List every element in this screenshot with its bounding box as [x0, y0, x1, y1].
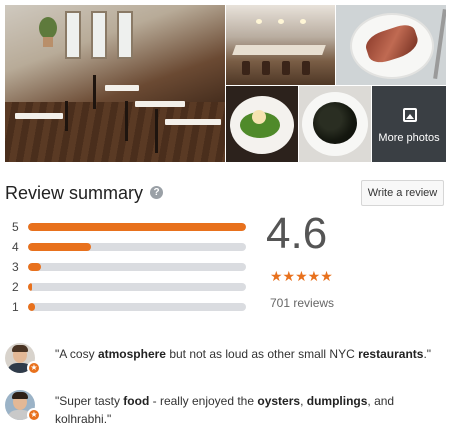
rating-row-5: 5 — [12, 219, 248, 239]
rating-bar-track — [28, 263, 246, 271]
chair — [65, 101, 68, 131]
rating-bar-fill — [28, 223, 246, 231]
lamp — [278, 19, 284, 24]
rating-row-4: 4 — [12, 239, 248, 259]
help-icon[interactable]: ? — [150, 186, 163, 199]
rating-label: 1 — [12, 300, 19, 314]
highlight-keyword: dumplings — [306, 394, 368, 408]
snippet-fragment: "A cosy — [55, 347, 98, 361]
chair — [155, 109, 158, 153]
lamp — [256, 19, 262, 24]
review-snippet-text: "Super tasty food - really enjoyed the o… — [55, 392, 440, 428]
highlight-keyword: restaurants — [358, 347, 424, 361]
more-photos-label: More photos — [378, 132, 440, 144]
local-guide-badge-icon: ★ — [27, 361, 41, 375]
bar-stool — [282, 61, 290, 75]
write-review-button[interactable]: Write a review — [361, 180, 444, 206]
snippet-fragment: "Super tasty — [55, 394, 124, 408]
rating-bar-fill — [28, 283, 33, 291]
rating-row-2: 2 — [12, 279, 248, 299]
bar-stool — [262, 61, 270, 75]
more-photos-button[interactable]: More photos — [372, 86, 446, 162]
snippet-fragment: but not as loud as other small NYC — [165, 347, 359, 361]
meat-dish-photo[interactable] — [336, 5, 446, 85]
plant-pot — [43, 37, 53, 47]
table — [165, 119, 221, 125]
plant — [39, 17, 57, 39]
snippet-fragment: , — [300, 394, 307, 408]
highlight-keyword: oysters — [257, 394, 301, 408]
rating-bar-fill — [28, 263, 42, 271]
rating-bar-track — [28, 223, 246, 231]
rating-distribution: 5 4 3 2 1 — [12, 219, 248, 319]
snippet-fragment: - really enjoyed the — [149, 394, 258, 408]
bar-counter — [232, 45, 326, 55]
floor — [5, 102, 225, 162]
knife — [433, 9, 446, 79]
rating-bar-track — [28, 283, 246, 291]
bar-stool — [242, 61, 250, 75]
photo-gallery: More photos — [5, 5, 446, 162]
avatar-hair — [12, 392, 28, 399]
cream-topping — [252, 110, 266, 124]
rating-bar-fill — [28, 303, 35, 311]
window — [117, 11, 133, 59]
lamp — [300, 19, 306, 24]
bar-stool — [302, 61, 310, 75]
highlight-keyword: atmosphere — [97, 347, 166, 361]
chair — [93, 75, 96, 109]
review-summary-title: Review summary — [5, 183, 144, 203]
local-guide-badge-icon: ★ — [27, 408, 41, 422]
highlight-keyword: food — [123, 394, 150, 408]
chair — [125, 101, 128, 141]
window — [65, 11, 81, 59]
review-count-link[interactable]: 701 reviews — [270, 296, 334, 310]
average-rating: 4.6 — [266, 209, 328, 258]
bar-photo[interactable] — [226, 5, 335, 85]
restaurant-interior-photo[interactable] — [5, 5, 225, 162]
table — [15, 113, 63, 119]
squid-ink-dish-photo[interactable] — [299, 86, 371, 162]
avatar-hair — [12, 345, 28, 352]
squid-ink-rice — [313, 102, 357, 144]
rating-bar-fill — [28, 243, 92, 251]
rating-bar-track — [28, 303, 246, 311]
review-snippet-text: "A cosy atmosphere but not as loud as ot… — [55, 345, 440, 363]
window — [91, 11, 107, 59]
rating-bar-track — [28, 243, 246, 251]
rating-row-3: 3 — [12, 259, 248, 279]
rating-label: 2 — [12, 280, 19, 294]
snippet-fragment: ." — [423, 347, 432, 361]
table — [135, 101, 185, 107]
rating-label: 5 — [12, 220, 19, 234]
photo-library-icon — [403, 108, 417, 122]
rating-row-1: 1 — [12, 299, 248, 319]
star-rating-icons: ★★★★★ — [270, 268, 333, 284]
table — [105, 85, 139, 91]
green-dish-photo[interactable] — [226, 86, 298, 162]
rating-label: 3 — [12, 260, 19, 274]
rating-label: 4 — [12, 240, 19, 254]
